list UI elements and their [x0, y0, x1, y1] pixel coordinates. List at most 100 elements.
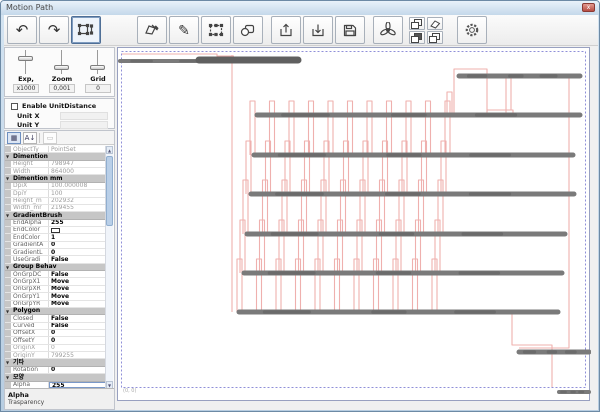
property-row[interactable]: OffsetX0 — [5, 330, 106, 337]
property-value[interactable]: False — [49, 256, 106, 262]
property-row[interactable]: CurvedFalse — [5, 323, 106, 330]
property-value[interactable]: False — [49, 323, 106, 329]
slider-track[interactable] — [61, 50, 62, 74]
categorized-button[interactable]: ▦ — [7, 132, 21, 144]
alphabetical-button[interactable]: A↓ — [23, 132, 37, 144]
layer-copy-back-button[interactable] — [427, 31, 443, 44]
layer-erase-button[interactable] — [427, 17, 443, 30]
property-row[interactable]: DpiX100.000008 — [5, 183, 106, 190]
unit-y-field[interactable] — [60, 121, 108, 129]
export-button[interactable] — [271, 16, 301, 44]
property-value[interactable]: 0 — [49, 367, 106, 373]
property-category-row[interactable]: ▼Polygon — [5, 308, 106, 315]
property-value[interactable]: False — [49, 271, 106, 277]
shapes-tool-button[interactable] — [233, 16, 263, 44]
property-row[interactable]: OnGrpY1Move — [5, 293, 106, 300]
property-value[interactable]: 0 — [49, 249, 106, 255]
move-points-tool-button[interactable] — [71, 16, 101, 44]
property-label: Width — [11, 168, 49, 174]
unit-x-field[interactable] — [60, 112, 108, 120]
property-value[interactable]: 202932 — [49, 198, 106, 204]
property-category-row[interactable]: ▼Dimention mm — [5, 175, 106, 182]
slider-track[interactable] — [25, 50, 26, 74]
motion-path-canvas[interactable]: (0, 0) — [117, 47, 590, 401]
property-value[interactable]: 798947 — [49, 161, 106, 167]
property-row[interactable]: GradientA0 — [5, 242, 106, 249]
property-value[interactable]: PointSet — [49, 146, 106, 152]
slider-track[interactable] — [97, 50, 98, 74]
property-value[interactable]: 0 — [49, 330, 106, 336]
node-edit-tool-button[interactable] — [137, 16, 167, 44]
property-row[interactable]: DpiY100 — [5, 190, 106, 197]
property-value[interactable] — [49, 227, 106, 233]
motion-path-drawing — [118, 48, 591, 402]
property-grid-scrollbar[interactable]: ▲ ▼ — [105, 146, 113, 389]
property-value[interactable]: 100.000008 — [49, 183, 106, 189]
property-row[interactable]: EndColor1 — [5, 234, 106, 241]
import-button[interactable] — [303, 16, 333, 44]
color-swatch[interactable] — [51, 228, 60, 233]
property-value[interactable]: Move — [49, 278, 106, 284]
property-value[interactable]: 1 — [49, 234, 106, 240]
rotor-button[interactable] — [373, 16, 403, 44]
enable-unitdistance-checkbox[interactable] — [11, 103, 18, 110]
save-icon — [341, 22, 359, 38]
layer-copy-filled-button[interactable] — [409, 31, 425, 44]
property-row[interactable]: OnGrpX1Move — [5, 278, 106, 285]
property-value[interactable]: Move — [49, 301, 106, 307]
copy-back-icon — [429, 33, 441, 43]
property-value[interactable]: 0 — [49, 337, 106, 343]
marquee-select-tool-button[interactable] — [201, 16, 231, 44]
slider-value[interactable]: x1000 — [13, 84, 39, 93]
property-value[interactable]: 255 — [49, 382, 106, 388]
settings-button[interactable] — [457, 16, 487, 44]
property-row[interactable]: EndColor — [5, 227, 106, 234]
property-row[interactable]: OnGrpXRMove — [5, 286, 106, 293]
property-category-row[interactable]: ▼모양 — [5, 374, 106, 381]
property-row[interactable]: Height_m202932 — [5, 198, 106, 205]
category-label: Dimention — [5, 153, 48, 159]
slider-value[interactable]: 0 — [85, 84, 111, 93]
property-value[interactable]: 255 — [49, 220, 106, 226]
pencil-icon: ✎ — [178, 21, 190, 39]
redo-icon: ↷ — [48, 21, 61, 39]
property-row[interactable]: Height798947 — [5, 161, 106, 168]
property-value[interactable]: 799255 — [49, 352, 106, 358]
property-category-row[interactable]: ▼기타 — [5, 359, 106, 366]
title-bar[interactable]: Motion Path x — [1, 1, 599, 15]
property-label: OriginX — [11, 345, 49, 351]
property-label: OnGrpY1 — [11, 293, 49, 299]
property-value[interactable]: 0 — [49, 345, 106, 351]
property-value[interactable]: 219455 — [49, 205, 106, 211]
property-value[interactable]: Move — [49, 286, 106, 292]
property-row[interactable]: EndAlpha255 — [5, 220, 106, 227]
property-label: Rotation — [11, 367, 49, 373]
layer-copy-button[interactable] — [409, 17, 425, 30]
property-label: ObjectTy — [11, 146, 49, 152]
fan-icon — [379, 22, 397, 38]
close-button[interactable]: x — [582, 3, 595, 12]
scrollbar-thumb[interactable] — [106, 156, 113, 226]
property-row[interactable]: OffsetY0 — [5, 337, 106, 344]
scroll-up-icon[interactable]: ▲ — [106, 146, 113, 154]
property-value[interactable]: 100 — [49, 190, 106, 196]
save-button[interactable] — [335, 16, 365, 44]
redo-button[interactable]: ↷ — [39, 16, 69, 44]
undo-button[interactable]: ↶ — [7, 16, 37, 44]
property-value[interactable]: 0 — [49, 242, 106, 248]
draw-tool-button[interactable]: ✎ — [169, 16, 199, 44]
slider-thumb[interactable] — [18, 56, 33, 61]
slider-value[interactable]: 0,001 — [49, 84, 75, 93]
property-row[interactable]: OriginX0 — [5, 345, 106, 352]
property-row[interactable]: GradientL0 — [5, 249, 106, 256]
property-row[interactable]: OnGrpDCFalse — [5, 271, 106, 278]
slider-thumb[interactable] — [54, 65, 69, 70]
property-value[interactable]: 864000 — [49, 168, 106, 174]
property-category-row[interactable]: ▼GradientBrush — [5, 212, 106, 219]
property-category-row[interactable]: ▼Dimention — [5, 153, 106, 160]
property-row[interactable]: ClosedFalse — [5, 315, 106, 322]
slider-thumb[interactable] — [90, 65, 105, 70]
property-category-row[interactable]: ▼Group Behav — [5, 264, 106, 271]
property-value[interactable]: False — [49, 315, 106, 321]
property-value[interactable]: Move — [49, 293, 106, 299]
